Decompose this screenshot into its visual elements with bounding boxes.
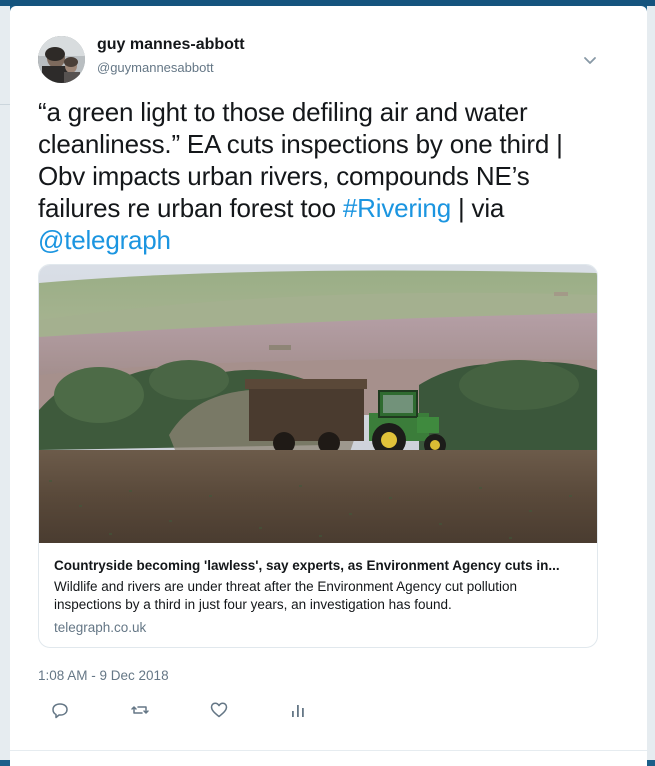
avatar-photo (38, 36, 85, 83)
link-preview-card[interactable]: Countryside becoming 'lawless', say expe… (38, 264, 598, 648)
heart-icon[interactable] (209, 700, 229, 720)
avatar[interactable] (38, 36, 85, 83)
card-domain: telegraph.co.uk (54, 620, 147, 635)
retweet-icon[interactable] (130, 700, 150, 720)
background-timeline-right (647, 6, 655, 760)
tweet-text: “a green light to those defiling air and… (38, 96, 608, 256)
tweet-text-connector: | via (450, 193, 505, 223)
hashtag-link[interactable]: #Rivering (343, 193, 451, 223)
author-handle[interactable]: @guymannesabbott (97, 60, 214, 75)
analytics-icon[interactable] (288, 700, 308, 720)
card-title: Countryside becoming 'lawless', say expe… (54, 558, 560, 573)
card-description: Wildlife and rivers are under threat aft… (54, 579, 517, 612)
chevron-down-icon[interactable] (580, 50, 600, 70)
author-display-name[interactable]: guy mannes-abbott (97, 36, 245, 54)
mention-link[interactable]: @telegraph (38, 225, 171, 255)
tweet-timestamp[interactable]: 1:08 AM - 9 Dec 2018 (38, 668, 169, 683)
background-timeline (0, 6, 10, 760)
reply-icon[interactable] (50, 700, 70, 720)
article-image (39, 265, 597, 543)
background-divider (0, 104, 10, 105)
divider (10, 750, 647, 751)
